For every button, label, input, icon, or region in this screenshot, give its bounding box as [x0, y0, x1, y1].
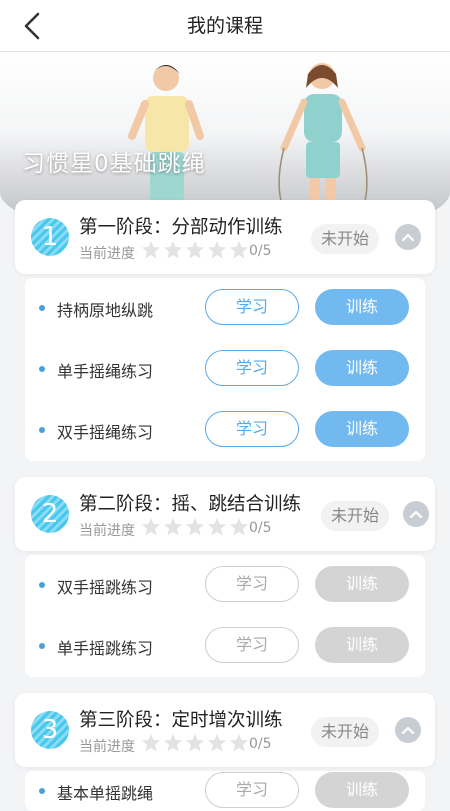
- stage-title: 第二阶段：摇、跳结合训练: [79, 494, 302, 515]
- study-button[interactable]: 学习: [205, 289, 299, 325]
- progress-label: 当前进度: [79, 739, 135, 755]
- list-item: 双手摇绳练习 学习 训练: [25, 400, 425, 461]
- bullet-dot: [39, 788, 45, 794]
- stage-title: 第一阶段：分部动作训练: [79, 217, 283, 238]
- stage-title: 第三阶段：定时增次训练: [79, 710, 283, 731]
- item-label: 单手摇绳练习: [57, 362, 154, 381]
- stage-3-items: 基本单摇跳绳 学习 训练: [25, 771, 425, 811]
- star-icon: [207, 733, 227, 753]
- star-icon: [185, 240, 205, 260]
- bullet-dot: [39, 582, 45, 588]
- star-icon: [207, 517, 227, 537]
- star-icon: [163, 240, 183, 260]
- chevron-up-icon[interactable]: [395, 717, 421, 743]
- stage-number-badge: 2: [31, 495, 69, 533]
- bullet-dot: [39, 643, 45, 649]
- progress-stars: [141, 240, 251, 260]
- chevron-up-icon[interactable]: [395, 224, 421, 250]
- item-label: 持柄原地纵跳: [57, 301, 154, 320]
- train-button[interactable]: 训练: [315, 627, 409, 663]
- star-icon: [141, 733, 161, 753]
- progress-stars: [141, 517, 251, 537]
- stage-1-items: 持柄原地纵跳 学习 训练 单手摇绳练习 学习 训练 双手摇绳练习 学习 训练: [25, 278, 425, 461]
- progress-count: 0/5: [249, 736, 272, 752]
- item-label: 基本单摇跳绳: [57, 784, 154, 803]
- train-button[interactable]: 训练: [315, 566, 409, 602]
- course-title: 习惯星0基础跳绳: [22, 151, 206, 177]
- item-label: 双手摇绳练习: [57, 423, 154, 442]
- page-title: 我的课程: [186, 15, 263, 37]
- top-bar: 我的课程: [0, 0, 450, 52]
- list-item: 基本单摇跳绳 学习 训练: [25, 771, 425, 811]
- list-item: 单手摇跳练习 学习 训练: [25, 616, 425, 677]
- status-badge: 未开始: [321, 501, 390, 531]
- status-badge: 未开始: [311, 717, 380, 747]
- star-icon: [141, 517, 161, 537]
- study-button[interactable]: 学习: [205, 566, 299, 602]
- progress-count: 0/5: [249, 520, 272, 536]
- bullet-dot: [39, 427, 45, 433]
- bullet-dot: [39, 366, 45, 372]
- list-item: 单手摇绳练习 学习 训练: [25, 339, 425, 400]
- item-label: 双手摇跳练习: [57, 578, 154, 597]
- train-button[interactable]: 训练: [315, 772, 409, 808]
- star-icon: [163, 517, 183, 537]
- item-label: 单手摇跳练习: [57, 639, 154, 658]
- stage-number-badge: 3: [31, 711, 69, 749]
- study-button[interactable]: 学习: [205, 411, 299, 447]
- list-item: 持柄原地纵跳 学习 训练: [25, 278, 425, 339]
- star-icon: [229, 517, 249, 537]
- progress-stars: [141, 733, 251, 753]
- star-icon: [207, 240, 227, 260]
- bullet-dot: [39, 305, 45, 311]
- star-icon: [163, 733, 183, 753]
- progress-count: 0/5: [249, 243, 272, 259]
- train-button[interactable]: 训练: [315, 411, 409, 447]
- stage-2-items: 双手摇跳练习 学习 训练 单手摇跳练习 学习 训练: [25, 555, 425, 677]
- status-badge: 未开始: [311, 224, 380, 254]
- list-item: 双手摇跳练习 学习 训练: [25, 555, 425, 616]
- star-icon: [141, 240, 161, 260]
- progress-label: 当前进度: [79, 523, 135, 539]
- chevron-up-icon[interactable]: [403, 501, 429, 527]
- progress-label: 当前进度: [79, 246, 135, 262]
- stage-card-3[interactable]: 3 第三阶段：定时增次训练 当前进度 0/5 未开始: [15, 693, 435, 767]
- star-icon: [229, 240, 249, 260]
- train-button[interactable]: 训练: [315, 289, 409, 325]
- star-icon: [185, 733, 205, 753]
- star-icon: [229, 733, 249, 753]
- stage-number-badge: 1: [31, 218, 69, 256]
- stage-card-2[interactable]: 2 第二阶段：摇、跳结合训练 当前进度 0/5 未开始: [15, 477, 435, 551]
- star-icon: [185, 517, 205, 537]
- study-button[interactable]: 学习: [205, 350, 299, 386]
- stage-card-1[interactable]: 1 第一阶段：分部动作训练 当前进度 0/5 未开始: [15, 200, 435, 274]
- study-button[interactable]: 学习: [205, 627, 299, 663]
- study-button[interactable]: 学习: [205, 772, 299, 808]
- train-button[interactable]: 训练: [315, 350, 409, 386]
